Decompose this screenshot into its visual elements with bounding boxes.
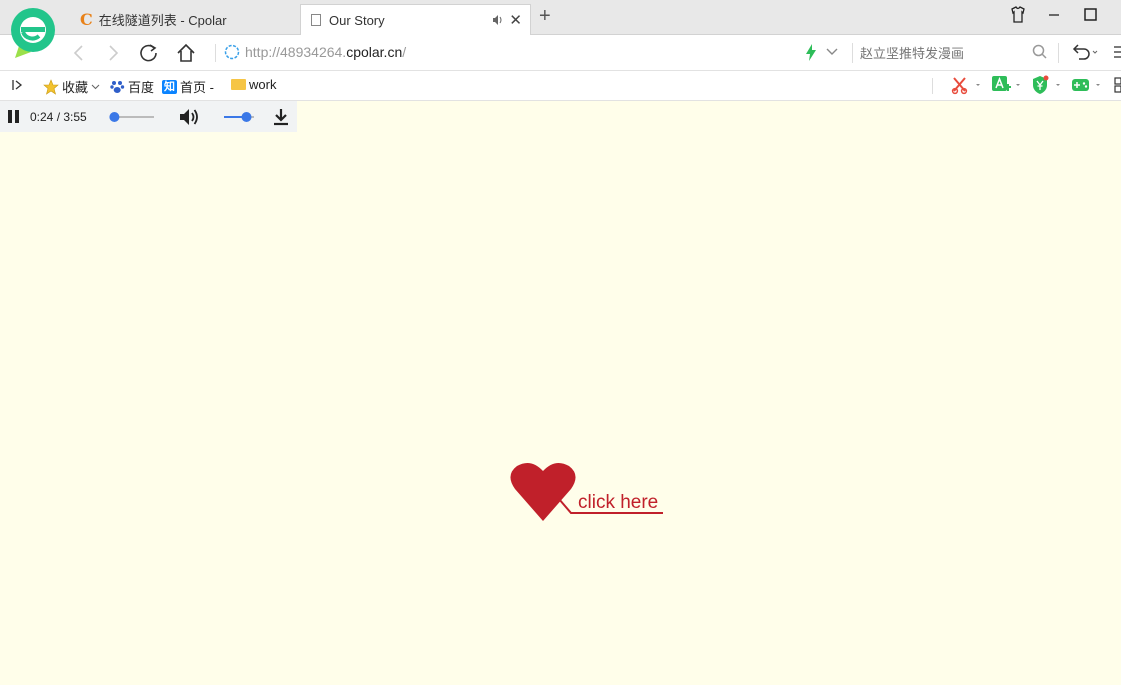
volume-slider[interactable]	[222, 111, 256, 123]
extension-separator	[932, 78, 933, 94]
zhihu-icon: 知	[162, 79, 177, 94]
undo-close-tab-icon[interactable]	[1070, 43, 1098, 61]
tab-cpolar[interactable]: C 在线隧道列表 - Cpolar	[72, 4, 300, 34]
bookmark-label: 首页 -	[180, 80, 214, 95]
search-separator	[852, 43, 853, 63]
translate-icon[interactable]	[991, 75, 1021, 95]
lightning-icon[interactable]	[805, 44, 817, 61]
bookmark-favorites[interactable]: 收藏	[43, 77, 100, 96]
close-tab-icon[interactable]: ✕	[509, 11, 522, 29]
bookmark-baidu[interactable]: 百度	[110, 77, 154, 96]
page-icon	[311, 14, 321, 26]
minimize-icon[interactable]	[1043, 5, 1065, 25]
download-icon[interactable]	[272, 107, 290, 127]
bookmark-label: 收藏	[62, 80, 89, 95]
search-input[interactable]	[858, 41, 1022, 65]
browser-logo-icon[interactable]	[9, 6, 57, 60]
bookmark-zhihu[interactable]: 知 首页 -	[162, 77, 214, 96]
bookmark-work[interactable]: work	[231, 77, 276, 92]
chevron-down-icon[interactable]	[826, 46, 838, 58]
gamepad-icon[interactable]	[1071, 75, 1101, 95]
tab-our-story[interactable]: Our Story ✕	[300, 4, 531, 35]
baidu-paw-icon	[110, 81, 125, 93]
search-icon[interactable]	[1031, 43, 1049, 61]
scissors-icon[interactable]	[951, 75, 981, 95]
address-separator	[215, 44, 216, 62]
site-status-icon[interactable]	[224, 44, 240, 60]
grid-apps-icon[interactable]	[1111, 75, 1121, 95]
sidebar-toggle-icon[interactable]	[12, 79, 24, 91]
audio-time: 0:24 / 3:55	[30, 110, 87, 124]
home-icon[interactable]	[175, 42, 197, 64]
back-icon[interactable]	[68, 42, 90, 64]
navigation-toolbar: http://48934264.cpolar.cn/	[0, 35, 1121, 71]
skin-icon[interactable]	[1007, 5, 1029, 25]
tab-bar: C 在线隧道列表 - Cpolar Our Story ✕ +	[0, 0, 1121, 58]
maximize-icon[interactable]	[1079, 5, 1101, 25]
new-tab-button[interactable]: +	[539, 5, 551, 28]
chevron-down-icon	[91, 84, 100, 90]
bookmarks-bar: 收藏 百度 知 首页 - work	[0, 71, 1121, 101]
folder-icon	[231, 79, 246, 90]
pause-icon[interactable]	[7, 109, 21, 124]
forward-icon[interactable]	[102, 42, 124, 64]
shield-yen-icon[interactable]	[1031, 75, 1061, 95]
cpolar-icon: C	[80, 9, 93, 29]
progress-slider[interactable]	[104, 111, 156, 123]
tab-title: Our Story	[329, 12, 385, 28]
volume-icon[interactable]	[178, 107, 200, 127]
audio-player: 0:24 / 3:55	[0, 101, 297, 132]
url-host: cpolar.cn	[346, 44, 403, 60]
click-here-link[interactable]: click here	[578, 492, 658, 514]
refresh-icon[interactable]	[138, 42, 160, 64]
speaker-icon[interactable]	[492, 14, 504, 26]
bookmark-label: 百度	[128, 80, 155, 95]
bookmark-label: work	[249, 77, 277, 92]
url-suffix: /	[402, 44, 407, 60]
menu-icon[interactable]	[1112, 45, 1121, 59]
undo-separator	[1058, 43, 1059, 63]
url-prefix: http://48934264.	[245, 44, 347, 60]
star-icon	[43, 78, 59, 95]
address-bar[interactable]: http://48934264.cpolar.cn/	[245, 44, 406, 60]
tab-title: 在线隧道列表 - Cpolar	[98, 12, 227, 28]
